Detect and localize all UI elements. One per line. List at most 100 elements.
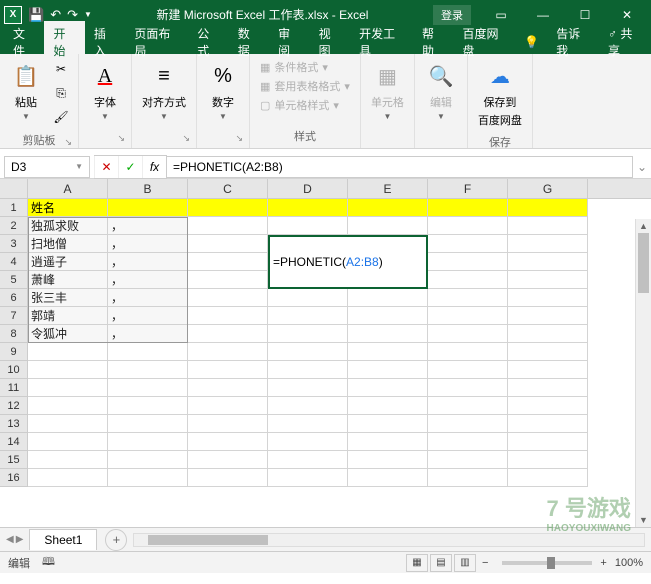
cell[interactable]: [508, 361, 588, 379]
cell[interactable]: [508, 415, 588, 433]
cell[interactable]: [348, 343, 428, 361]
cell[interactable]: [348, 451, 428, 469]
cell[interactable]: [268, 343, 348, 361]
cell[interactable]: [428, 469, 508, 487]
cell[interactable]: [268, 325, 348, 343]
expand-formula-icon[interactable]: ⌄: [633, 160, 651, 174]
cell[interactable]: [28, 415, 108, 433]
row-header[interactable]: 10: [0, 361, 28, 379]
cell[interactable]: [108, 343, 188, 361]
cell[interactable]: [508, 343, 588, 361]
cell[interactable]: [348, 325, 428, 343]
cell[interactable]: ，: [108, 217, 188, 235]
cell[interactable]: [188, 469, 268, 487]
cell[interactable]: [188, 271, 268, 289]
cell[interactable]: [508, 271, 588, 289]
col-header-C[interactable]: C: [188, 179, 268, 198]
cell[interactable]: [428, 289, 508, 307]
accept-formula-button[interactable]: ✓: [118, 156, 142, 178]
font-button[interactable]: A 字体 ▼: [85, 58, 125, 123]
cell[interactable]: [348, 469, 428, 487]
row-header[interactable]: 15: [0, 451, 28, 469]
grid[interactable]: 1姓名2独孤求败，3扫地僧，4逍遥子，5萧峰，6张三丰，7郭靖，8令狐冲，910…: [0, 199, 651, 527]
fx-button[interactable]: fx: [142, 156, 166, 178]
cell[interactable]: ，: [108, 307, 188, 325]
scroll-thumb[interactable]: [638, 233, 649, 293]
cell[interactable]: [188, 307, 268, 325]
cell[interactable]: [28, 343, 108, 361]
scroll-thumb[interactable]: [148, 535, 268, 545]
cell[interactable]: [428, 217, 508, 235]
cell-editor[interactable]: =PHONETIC(A2:B8): [268, 235, 428, 289]
zoom-slider[interactable]: [502, 561, 592, 565]
cell[interactable]: [348, 199, 428, 217]
cell[interactable]: [188, 253, 268, 271]
dialog-launcher-icon[interactable]: ↘: [235, 133, 243, 144]
cell[interactable]: [428, 199, 508, 217]
cell[interactable]: [188, 415, 268, 433]
cell[interactable]: [348, 379, 428, 397]
row-header[interactable]: 9: [0, 343, 28, 361]
lightbulb-icon[interactable]: 💡: [516, 31, 547, 53]
cell[interactable]: [508, 307, 588, 325]
cell[interactable]: [428, 307, 508, 325]
dialog-launcher-icon[interactable]: ↘: [64, 137, 72, 148]
cell[interactable]: [108, 451, 188, 469]
cell[interactable]: [108, 415, 188, 433]
row-header[interactable]: 14: [0, 433, 28, 451]
page-layout-view-button[interactable]: ▤: [430, 554, 452, 572]
row-header[interactable]: 11: [0, 379, 28, 397]
cell[interactable]: [188, 217, 268, 235]
zoom-in-button[interactable]: +: [600, 557, 606, 569]
normal-view-button[interactable]: ▦: [406, 554, 428, 572]
accessibility-icon[interactable]: 🕮: [42, 553, 55, 572]
chevron-down-icon[interactable]: ▼: [75, 162, 83, 171]
save-baidu-button[interactable]: ☁ 保存到 百度网盘: [474, 58, 526, 130]
cell[interactable]: [268, 199, 348, 217]
dialog-launcher-icon[interactable]: ↘: [182, 133, 190, 144]
sheet-tab-sheet1[interactable]: Sheet1: [29, 529, 97, 550]
col-header-B[interactable]: B: [108, 179, 188, 198]
cell[interactable]: [108, 397, 188, 415]
cell[interactable]: [28, 433, 108, 451]
align-button[interactable]: ≡ 对齐方式 ▼: [138, 58, 190, 123]
col-header-F[interactable]: F: [428, 179, 508, 198]
cell[interactable]: [508, 451, 588, 469]
row-header[interactable]: 6: [0, 289, 28, 307]
tab-tell-me[interactable]: 告诉我: [547, 21, 599, 63]
cell[interactable]: [188, 289, 268, 307]
cell[interactable]: [268, 433, 348, 451]
cell[interactable]: [188, 235, 268, 253]
name-box[interactable]: D3 ▼: [4, 156, 90, 178]
cell[interactable]: [188, 199, 268, 217]
cell[interactable]: [428, 271, 508, 289]
cell[interactable]: [508, 433, 588, 451]
cell[interactable]: [28, 451, 108, 469]
cell[interactable]: [188, 433, 268, 451]
cell[interactable]: [268, 415, 348, 433]
cell[interactable]: [508, 199, 588, 217]
row-header[interactable]: 4: [0, 253, 28, 271]
cell[interactable]: [28, 379, 108, 397]
cell[interactable]: [348, 397, 428, 415]
cell[interactable]: [428, 325, 508, 343]
cell[interactable]: [268, 451, 348, 469]
cell[interactable]: ，: [108, 253, 188, 271]
cell[interactable]: 逍遥子: [28, 253, 108, 271]
col-header-G[interactable]: G: [508, 179, 588, 198]
format-painter-button[interactable]: 🖌: [50, 106, 72, 128]
cell[interactable]: [188, 325, 268, 343]
number-button[interactable]: % 数字 ▼: [203, 58, 243, 123]
cell[interactable]: ，: [108, 289, 188, 307]
col-header-D[interactable]: D: [268, 179, 348, 198]
cell[interactable]: ，: [108, 325, 188, 343]
cell[interactable]: 令狐冲: [28, 325, 108, 343]
cell[interactable]: [348, 433, 428, 451]
cell[interactable]: [428, 343, 508, 361]
cell[interactable]: [268, 397, 348, 415]
cell[interactable]: [348, 217, 428, 235]
cell[interactable]: 萧峰: [28, 271, 108, 289]
row-header[interactable]: 2: [0, 217, 28, 235]
dialog-launcher-icon[interactable]: ↘: [117, 133, 125, 144]
cell[interactable]: [508, 253, 588, 271]
